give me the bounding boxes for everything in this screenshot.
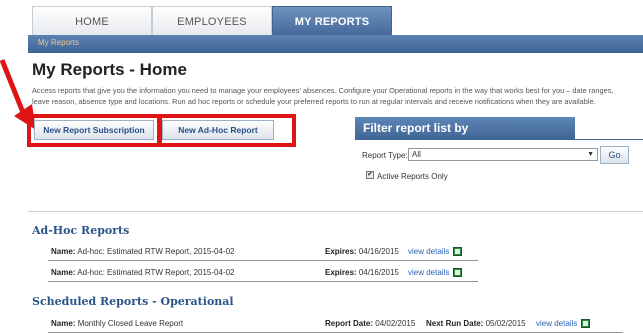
excel-icon[interactable] [453, 247, 463, 257]
adhoc-report-row: Name: Ad-hoc: Estimated RTW Report, 2015… [48, 243, 478, 261]
highlight-box-adhoc [158, 114, 296, 147]
tab-home[interactable]: HOME [32, 6, 152, 36]
filter-panel-divider [355, 139, 643, 140]
view-details-link[interactable]: view details [408, 247, 449, 256]
dropdown-arrow-icon: ▼ [587, 151, 594, 158]
report-date: 04/02/2015 [375, 319, 416, 328]
report-date-label: Report Date: [325, 319, 374, 328]
highlight-box-subscription [27, 114, 161, 147]
page-description: Access reports that give you the informa… [32, 86, 614, 106]
expires-label: Expires: [325, 247, 357, 256]
report-type-select[interactable]: All ▼ [408, 148, 598, 161]
excel-icon[interactable] [581, 319, 591, 329]
expires-label: Expires: [325, 268, 357, 277]
active-reports-checkbox[interactable]: ✔ [366, 171, 374, 179]
active-reports-label: Active Reports Only [377, 172, 448, 181]
report-type-label: Report Type: [362, 151, 408, 160]
expires-date: 04/16/2015 [358, 268, 399, 277]
report-name: Ad-hoc: Estimated RTW Report, 2015-04-02 [77, 247, 235, 256]
main-tabs: HOME EMPLOYEES MY REPORTS [28, 6, 643, 36]
page-title: My Reports - Home [32, 60, 187, 79]
sub-nav-bar [28, 35, 643, 53]
view-details-link[interactable]: view details [536, 319, 577, 328]
filter-panel-title: Filter report list by [355, 117, 575, 139]
section-divider [28, 211, 643, 212]
report-name: Ad-hoc: Estimated RTW Report, 2015-04-02 [77, 268, 235, 277]
adhoc-report-row: Name: Ad-hoc: Estimated RTW Report, 2015… [48, 264, 478, 282]
name-label: Name: [51, 247, 76, 256]
report-type-value: All [412, 150, 421, 159]
adhoc-section-title: Ad-Hoc Reports [32, 224, 130, 237]
next-run-date: 05/02/2015 [485, 319, 526, 328]
name-label: Name: [51, 268, 76, 277]
scheduled-section-title: Scheduled Reports - Operational [32, 295, 234, 308]
view-details-link[interactable]: view details [408, 268, 449, 277]
excel-icon[interactable] [453, 268, 463, 278]
breadcrumb[interactable]: My Reports [38, 38, 79, 47]
report-name: Monthly Closed Leave Report [77, 319, 184, 328]
go-button[interactable]: Go [600, 146, 629, 164]
tab-my-reports[interactable]: MY REPORTS [272, 6, 392, 36]
name-label: Name: [51, 319, 76, 328]
expires-date: 04/16/2015 [358, 247, 399, 256]
scheduled-report-row: Name: Monthly Closed Leave Report Report… [48, 315, 623, 333]
tab-employees[interactable]: EMPLOYEES [152, 6, 272, 36]
next-run-label: Next Run Date: [426, 319, 484, 328]
